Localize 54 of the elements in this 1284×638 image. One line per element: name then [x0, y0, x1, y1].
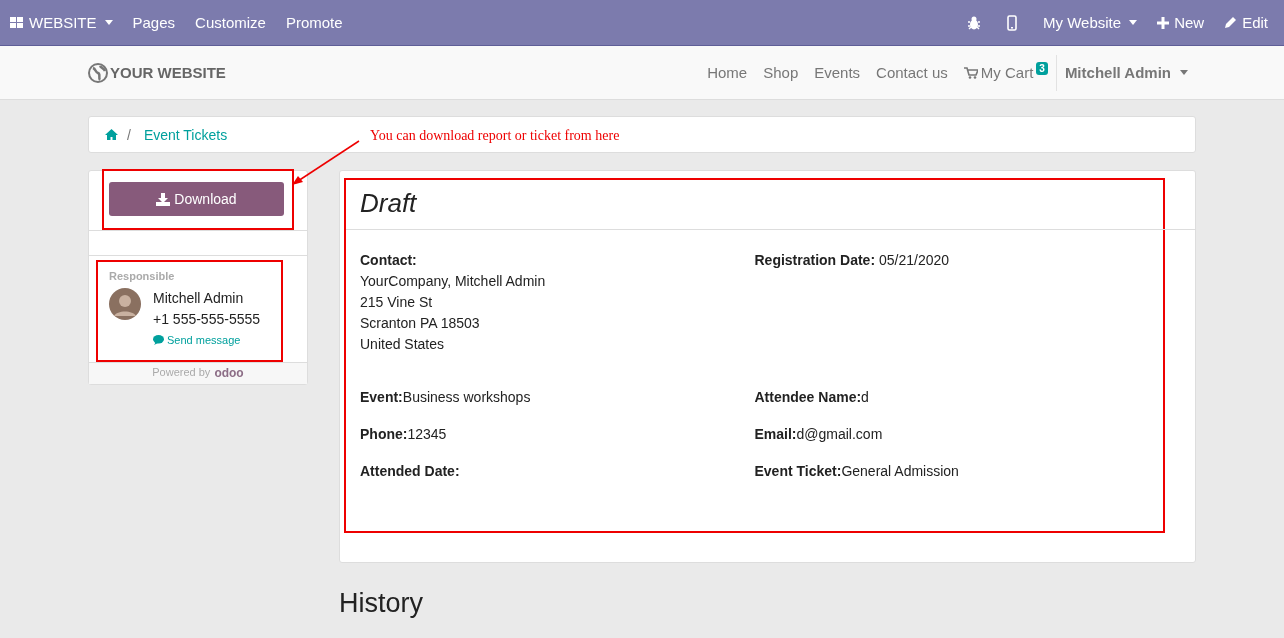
- section-heading: History: [339, 588, 424, 619]
- nav-link[interactable]: Contact us: [876, 64, 948, 81]
- detail-field: Phone:12345: [360, 424, 755, 445]
- responsible-name: Mitchell Admin: [153, 289, 245, 308]
- new-button[interactable]: New: [1157, 14, 1205, 31]
- edit-button[interactable]: Edit: [1224, 14, 1268, 31]
- menu-item[interactable]: Promote: [285, 14, 343, 31]
- brand-logo[interactable]: odoo: [214, 366, 244, 380]
- nav-link[interactable]: Home: [707, 64, 748, 81]
- logo-text: YOUR WEBSITE: [110, 64, 226, 81]
- avatar-icon: [109, 288, 141, 320]
- mobile-icon[interactable]: [1007, 14, 1018, 31]
- grid-icon: [10, 16, 24, 29]
- detail-field: Attendee Name:d: [754, 387, 1149, 408]
- chat-icon: [153, 335, 164, 345]
- download-icon: [156, 192, 171, 206]
- detail-field: Email:d@gmail.com: [754, 424, 1149, 445]
- caret-icon: [1129, 20, 1138, 25]
- nav-link[interactable]: Shop: [763, 64, 799, 81]
- status-title: Draft: [346, 180, 1195, 230]
- user-menu[interactable]: Mitchell Admin: [1064, 64, 1188, 81]
- detail-field: Event:Business workshops: [360, 387, 755, 408]
- send-message-link[interactable]: Send message: [153, 334, 261, 346]
- field-label: Contact:: [360, 251, 418, 270]
- responsible-phone: +1 555-555-5555: [153, 310, 261, 329]
- powered-by-text: Powered by: [152, 366, 211, 380]
- registration-date: Registration Date: 05/21/2020: [754, 251, 951, 270]
- cart-link[interactable]: My Cart: [963, 64, 1034, 81]
- address-line: United States: [360, 335, 446, 354]
- cart-icon: [963, 66, 978, 79]
- nav-link[interactable]: Events: [814, 64, 861, 81]
- download-button[interactable]: Download: [109, 182, 284, 216]
- bug-icon[interactable]: [967, 15, 982, 30]
- apps-menu[interactable]: WEBSITE: [10, 14, 113, 31]
- pencil-icon: [1224, 16, 1238, 29]
- menu-item[interactable]: Customize: [195, 14, 266, 31]
- breadcrumb-link[interactable]: Event Tickets: [143, 126, 228, 143]
- section-heading: Responsible: [109, 270, 176, 282]
- website-menu[interactable]: My Website: [1043, 14, 1138, 31]
- caret-icon: [104, 20, 113, 25]
- menu-item[interactable]: Pages: [132, 14, 176, 31]
- breadcrumb-separator: /: [127, 126, 131, 143]
- caret-icon: [1180, 70, 1188, 75]
- address-line: Scranton PA 18503: [360, 314, 481, 333]
- website-logo[interactable]: YOUR WEBSITE: [88, 62, 226, 83]
- plus-icon: [1157, 16, 1170, 29]
- globe-icon: [88, 62, 108, 83]
- address-line: 215 Vine St: [360, 293, 434, 312]
- detail-field: Event Ticket:General Admission: [754, 461, 1149, 482]
- address-line: YourCompany, Mitchell Admin: [360, 272, 547, 291]
- annotation-note: You can download report or ticket from here: [370, 128, 620, 144]
- home-icon[interactable]: [105, 129, 118, 140]
- cart-count-badge: 3: [1036, 62, 1048, 75]
- detail-field: Attended Date:: [360, 461, 755, 482]
